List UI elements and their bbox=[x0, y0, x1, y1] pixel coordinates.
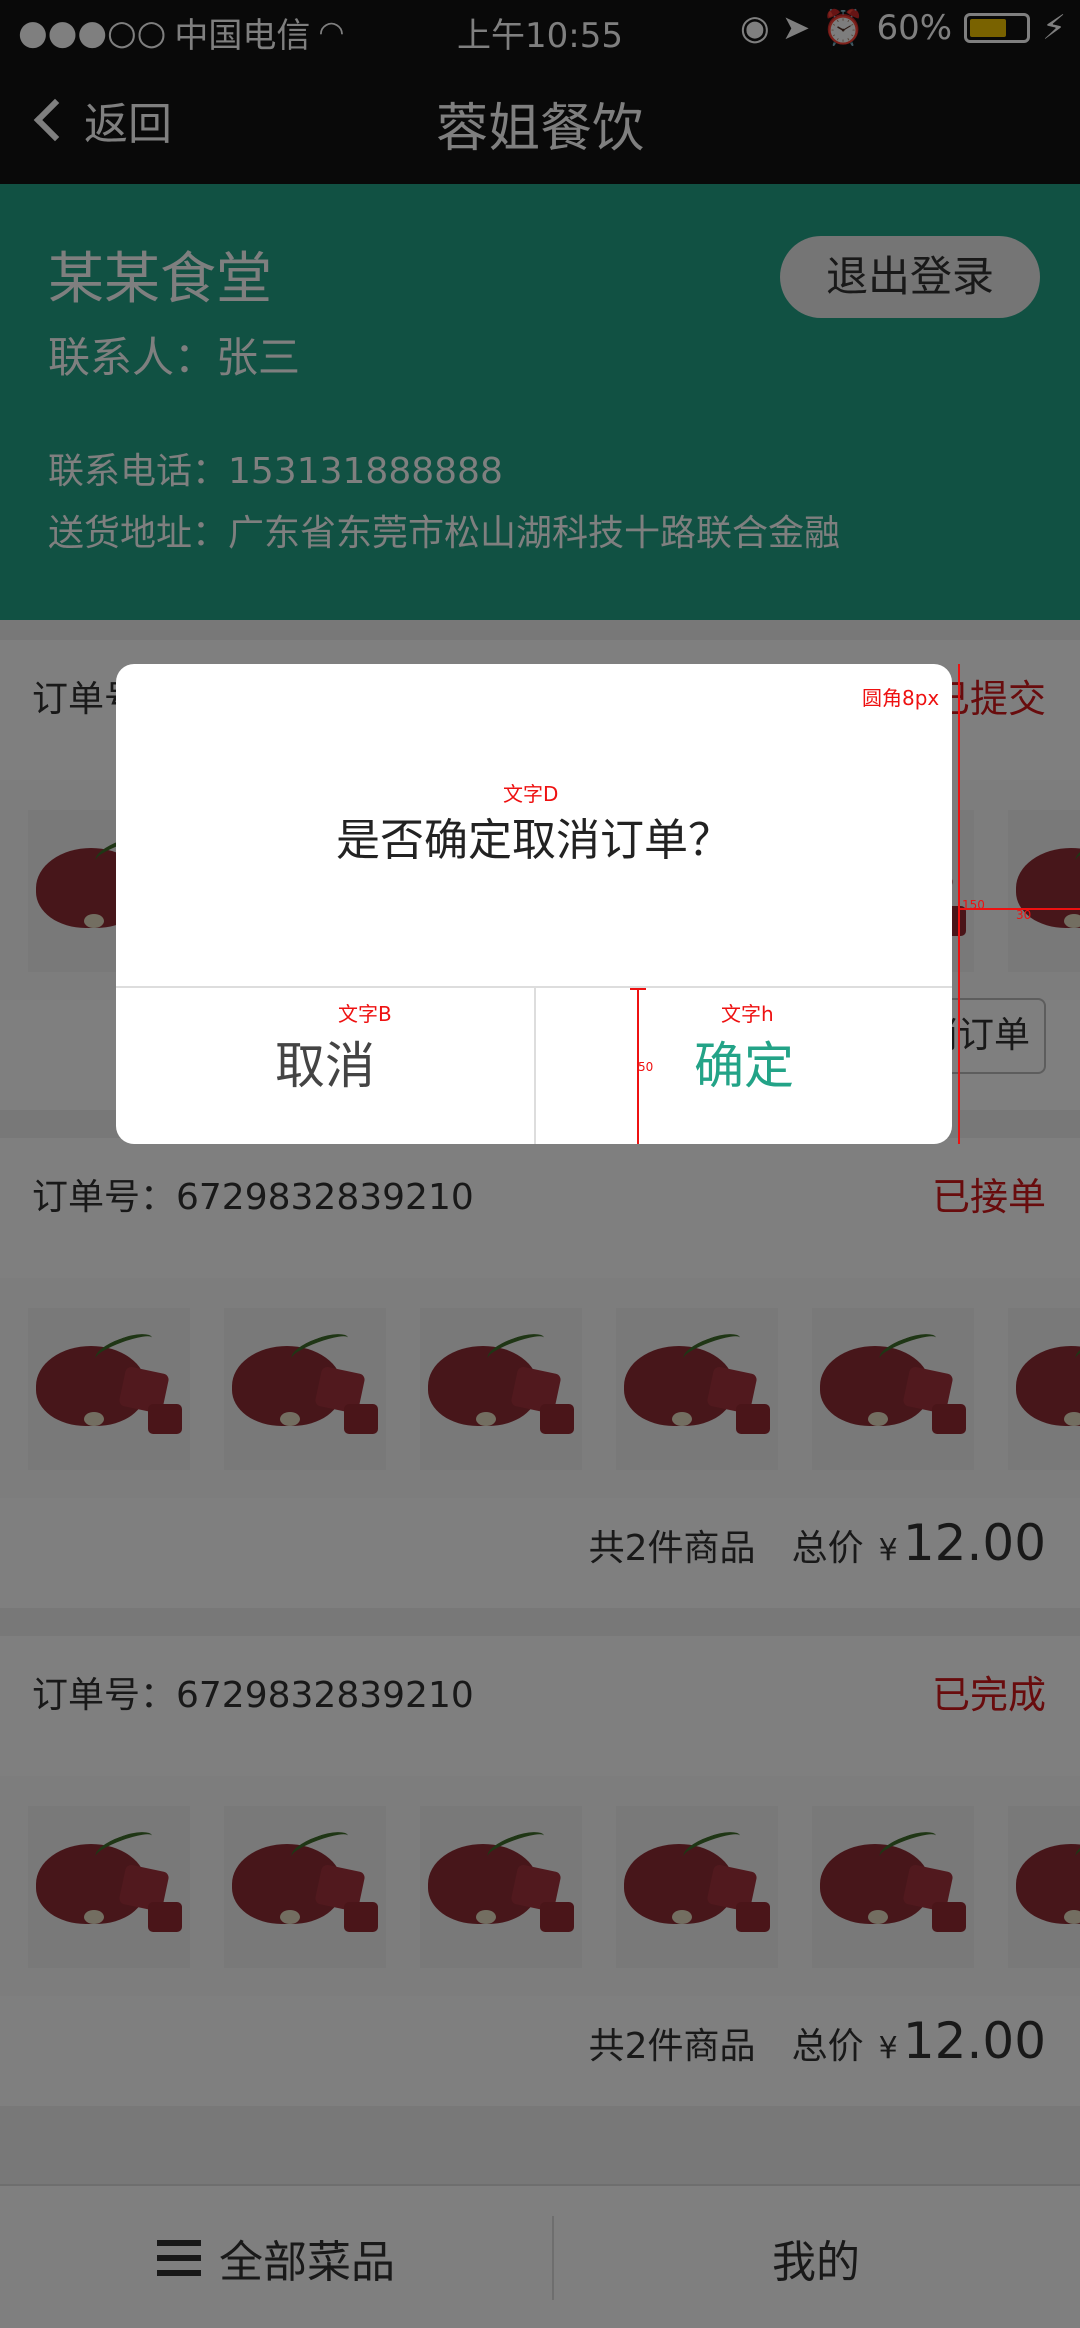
dialog-message: 是否确定取消订单？ bbox=[336, 815, 732, 866]
annotation-height-50: 50 bbox=[638, 1060, 654, 1074]
annotation-line bbox=[960, 908, 1080, 910]
annotation-text-h: 文字h bbox=[721, 1002, 774, 1026]
confirm-dialog: 是否确定取消订单？ 取消 确定 bbox=[116, 664, 952, 1144]
annotation-line bbox=[630, 988, 646, 990]
annotation-line bbox=[958, 664, 960, 1144]
dialog-cancel-button[interactable]: 取消 bbox=[116, 988, 534, 1144]
annotation-dim-30: 30 bbox=[1016, 908, 1032, 922]
annotation-line bbox=[637, 988, 639, 1144]
annotation-text-b: 文字B bbox=[338, 1002, 392, 1026]
annotation-text-d: 文字D bbox=[503, 782, 559, 806]
annotation-radius: 圆角8px bbox=[862, 686, 940, 710]
modal-overlay[interactable] bbox=[0, 0, 1080, 2328]
